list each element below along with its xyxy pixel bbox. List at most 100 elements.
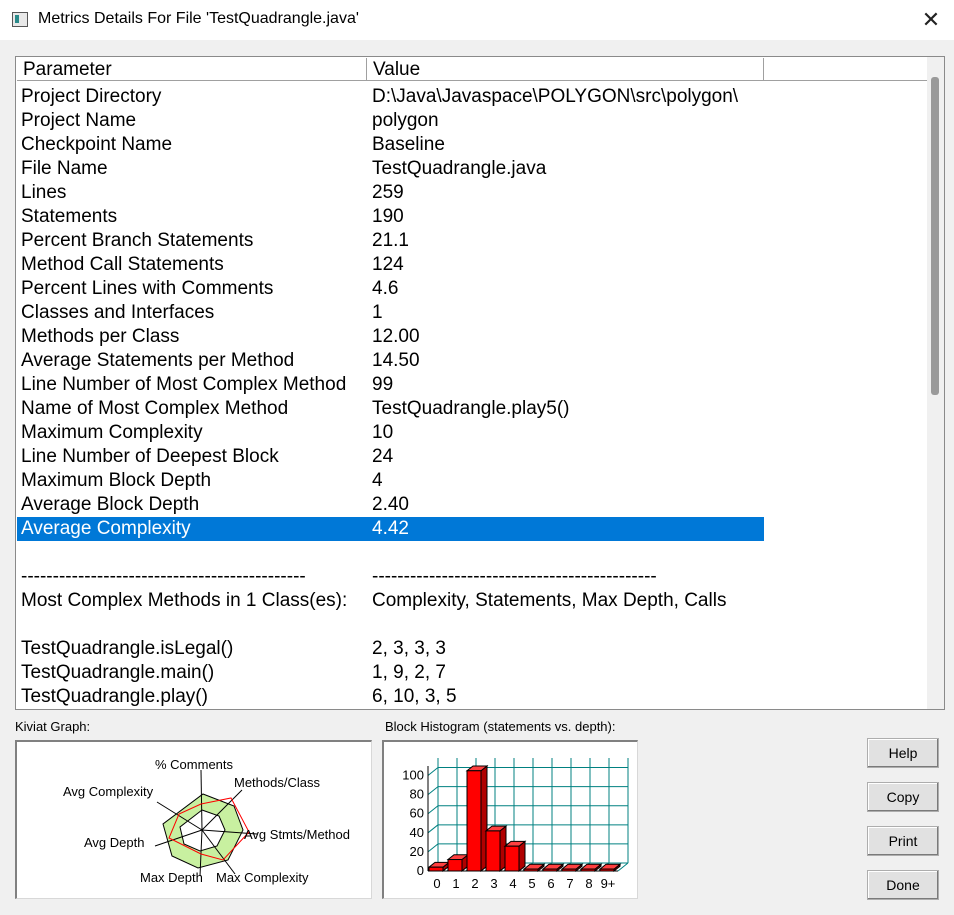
table-row[interactable]: Project Name polygon (17, 109, 764, 133)
histogram-label: Block Histogram (statements vs. depth): (385, 719, 616, 734)
table-row[interactable]: Line Number of Deepest Block 24 (17, 445, 764, 469)
parameter-cell: Methods per Class (21, 326, 180, 347)
table-row[interactable]: Maximum Block Depth 4 (17, 469, 764, 493)
help-button[interactable]: Help (867, 738, 939, 768)
table-row[interactable]: Maximum Complexity 10 (17, 421, 764, 445)
histogram-bar (504, 845, 520, 872)
close-icon[interactable]: ✕ (908, 0, 954, 40)
table-row[interactable]: Percent Branch Statements 21.1 (17, 229, 764, 253)
kiviat-graph: % Comments Methods/Class Avg Stmts/Metho… (15, 740, 372, 899)
table-row[interactable]: Method Call Statements 124 (17, 253, 764, 277)
grid-line (427, 786, 439, 796)
table-row[interactable]: Percent Lines with Comments 4.6 (17, 277, 764, 301)
done-button[interactable]: Done (867, 870, 939, 900)
metrics-list[interactable]: Parameter Value Project Directory D:\Java… (15, 56, 945, 710)
app-icon (12, 12, 28, 27)
histogram-bar (599, 868, 615, 872)
table-row[interactable] (17, 541, 764, 565)
x-tick-label: 2 (471, 876, 478, 891)
kiviat-axis-label: Avg Complexity (63, 784, 154, 799)
parameter-cell: File Name (21, 158, 108, 179)
kiviat-axis-label: Avg Stmts/Method (244, 827, 350, 842)
value-cell: 4.42 (372, 518, 409, 539)
table-row[interactable]: TestQuadrangle.main() 1, 9, 2, 7 (17, 661, 764, 685)
value-cell: 12.00 (372, 326, 420, 347)
histogram-bar (485, 830, 501, 872)
table-row[interactable]: TestQuadrangle.isLegal() 2, 3, 3, 3 (17, 637, 764, 661)
list-body: Project Directory D:\Java\Javaspace\POLYG… (17, 85, 927, 709)
table-row[interactable]: Average Statements per Method 14.50 (17, 349, 764, 373)
table-row[interactable]: Average Block Depth 2.40 (17, 493, 764, 517)
scroll-up-arrow-icon[interactable] (927, 57, 944, 74)
column-header-value[interactable]: Value (367, 58, 764, 81)
y-tick-label: 100 (402, 768, 424, 783)
value-cell: 2.40 (372, 494, 409, 515)
table-row[interactable]: Most Complex Methods in 1 Class(es): Comp… (17, 589, 764, 613)
table-row[interactable] (17, 613, 764, 637)
kiviat-axis-label: % Comments (155, 757, 234, 772)
y-tick-label: 60 (410, 806, 424, 821)
value-cell: Baseline (372, 134, 445, 155)
parameter-cell: Maximum Complexity (21, 422, 203, 443)
table-row[interactable]: ----------------------------------------… (17, 565, 764, 589)
kiviat-svg: % Comments Methods/Class Avg Stmts/Metho… (63, 757, 350, 885)
parameter-cell: Average Block Depth (21, 494, 200, 515)
x-tick-label: 9+ (601, 876, 616, 891)
y-tick-label: 20 (410, 844, 424, 859)
value-cell: 259 (372, 182, 404, 203)
kiviat-label: Kiviat Graph: (15, 719, 91, 734)
value-cell: polygon (372, 110, 439, 131)
kiviat-axis-label: Max Complexity (216, 870, 309, 885)
histogram-svg: 0204060801000 1 2 3 4 5 6 7 8 9+ (402, 758, 629, 891)
kiviat-axis-label: Avg Depth (84, 835, 144, 850)
x-tick-label: 6 (547, 876, 554, 891)
print-button[interactable]: Print (867, 826, 939, 856)
table-row[interactable]: Checkpoint Name Baseline (17, 133, 764, 157)
copy-button[interactable]: Copy (867, 782, 939, 812)
value-cell: 1, 9, 2, 7 (372, 662, 446, 683)
value-cell: 2, 3, 3, 3 (372, 638, 446, 659)
grid-line (427, 767, 439, 776)
table-row[interactable]: Line Number of Most Complex Method 99 (17, 373, 764, 397)
parameter-cell: Project Directory (21, 86, 162, 107)
parameter-cell: Classes and Interfaces (21, 302, 215, 323)
vertical-scrollbar[interactable] (927, 57, 944, 709)
parameter-cell: TestQuadrangle.main() (21, 662, 215, 683)
histogram-bar (466, 770, 482, 872)
histogram-bar (428, 866, 444, 872)
y-tick-label: 0 (417, 863, 424, 878)
value-cell: 4 (372, 470, 383, 491)
x-tick-label: 0 (433, 876, 440, 891)
table-row[interactable]: Statements 190 (17, 205, 764, 229)
table-row[interactable]: Name of Most Complex Method TestQuadrangl… (17, 397, 764, 421)
parameter-cell: Line Number of Deepest Block (21, 446, 279, 467)
table-row[interactable]: Average Complexity 4.42 (17, 517, 764, 541)
parameter-cell: Maximum Block Depth (21, 470, 212, 491)
table-row[interactable]: Project Directory D:\Java\Javaspace\POLYG… (17, 85, 764, 109)
value-cell: 24 (372, 446, 394, 467)
table-row[interactable]: TestQuadrangle.play() 6, 10, 3, 5 (17, 685, 764, 709)
scroll-thumb[interactable] (931, 77, 939, 395)
table-row[interactable]: File Name TestQuadrangle.java (17, 157, 764, 181)
parameter-cell: Lines (21, 182, 67, 203)
list-header: Parameter Value (17, 58, 927, 82)
grid-line (427, 843, 439, 853)
table-row[interactable]: Lines 259 (17, 181, 764, 205)
histogram-bar (580, 868, 596, 872)
x-tick-label: 4 (509, 876, 516, 891)
block-histogram: 0 20 40 60 80 100 0 1 2 3 4 5 6 7 8 9+ (382, 740, 638, 899)
value-cell: 21.1 (372, 230, 409, 251)
x-tick-label: 7 (566, 876, 573, 891)
histogram-bar (542, 868, 558, 872)
value-cell: 4.6 (372, 278, 399, 299)
parameter-cell: Most Complex Methods in 1 Class(es): (21, 590, 348, 611)
parameter-cell: Percent Branch Statements (21, 230, 254, 251)
parameter-cell: Method Call Statements (21, 254, 224, 275)
table-row[interactable]: Classes and Interfaces 1 (17, 301, 764, 325)
title-bar: Metrics Details For File 'TestQuadrangle… (0, 0, 954, 40)
column-header-filler (764, 58, 927, 81)
kiviat-axis-label: Max Depth (140, 870, 203, 885)
column-header-parameter[interactable]: Parameter (17, 58, 367, 81)
table-row[interactable]: Methods per Class 12.00 (17, 325, 764, 349)
value-cell: 124 (372, 254, 404, 275)
